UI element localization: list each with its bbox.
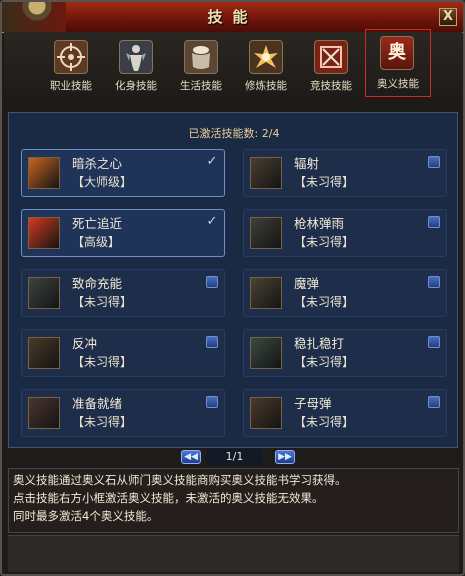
tab-label: 奥义技能: [377, 78, 419, 90]
next-page-button[interactable]: ▶▶: [275, 450, 295, 464]
skill-name: 辐射: [294, 156, 320, 171]
pot-icon: [184, 40, 218, 74]
skill-icon: [28, 277, 60, 309]
skill-icon: [250, 337, 282, 369]
skill-icon: [250, 277, 282, 309]
activated-count: 已激活技能数: 2/4: [9, 125, 459, 141]
tab-life-skills[interactable]: 生活技能: [172, 36, 230, 100]
ao-glyph-icon: 奥: [380, 36, 414, 70]
checkmark-icon[interactable]: ✓: [206, 215, 218, 228]
description-line: 点击技能右方小框激活奥义技能，未激活的奥义技能无效果。: [13, 491, 324, 505]
pagination: ◀◀ 1/1 ▶▶: [2, 448, 465, 468]
skill-grade: 【未习得】: [72, 355, 133, 369]
checkmark-icon[interactable]: ✓: [206, 155, 218, 168]
skill-name: 反冲: [72, 336, 98, 351]
skill-slot[interactable]: 辐射 【未习得】: [243, 149, 447, 197]
skill-name: 稳扎稳打: [294, 336, 345, 351]
tab-avatar-skills[interactable]: 化身技能: [107, 36, 165, 100]
skill-name: 枪林弹雨: [294, 216, 345, 231]
skill-name: 致命充能: [72, 276, 123, 291]
description-line: 奥义技能通过奥义石从师门奥义技能商购买奥义技能书学习获得。: [13, 473, 347, 487]
tab-label: 职业技能: [50, 80, 92, 92]
activate-checkbox[interactable]: [206, 396, 218, 408]
description-line: 同时最多激活4个奥义技能。: [13, 509, 159, 523]
bottom-strip: [8, 535, 459, 572]
skill-icon: [28, 217, 60, 249]
skill-name: 子母弹: [294, 396, 332, 411]
activate-checkbox[interactable]: [206, 336, 218, 348]
tab-label: 生活技能: [180, 80, 222, 92]
skill-slot[interactable]: 死亡追近【高级】 ✓: [21, 209, 225, 257]
activate-checkbox[interactable]: [428, 276, 440, 288]
skill-icon: [250, 217, 282, 249]
skill-icon: [28, 397, 60, 429]
skill-icon: [250, 157, 282, 189]
skill-icon: [28, 157, 60, 189]
skill-slot[interactable]: 子母弹 【未习得】: [243, 389, 447, 437]
skill-category-tabs: 职业技能 化身技能 生活技能 修炼技能 竞技技能 奥 奥义技能: [4, 29, 462, 106]
skill-slot[interactable]: 暗杀之心【大师级】 ✓: [21, 149, 225, 197]
activate-checkbox[interactable]: [428, 336, 440, 348]
burst-icon: [249, 40, 283, 74]
tab-label: 修炼技能: [245, 80, 287, 92]
tab-ultimate-skills[interactable]: 奥 奥义技能: [365, 29, 431, 97]
tab-cultivation-skills[interactable]: 修炼技能: [237, 36, 295, 100]
skill-grade: 【未习得】: [294, 295, 355, 309]
avatar-figure-icon: [119, 40, 153, 74]
skill-slot[interactable]: 准备就绪 【未习得】: [21, 389, 225, 437]
tab-arena-skills[interactable]: 竞技技能: [302, 36, 360, 100]
skill-grade: 【未习得】: [294, 355, 355, 369]
close-button[interactable]: X: [439, 8, 457, 26]
skill-grade: 【未习得】: [294, 175, 355, 189]
skill-grade: 【大师级】: [72, 175, 133, 189]
skill-name: 死亡追近: [72, 216, 123, 231]
skill-grade: 【未习得】: [294, 415, 355, 429]
crosshair-icon: [54, 40, 88, 74]
activated-value: 2/4: [261, 127, 280, 140]
activated-label: 已激活技能数:: [188, 127, 259, 140]
skill-panel: 已激活技能数: 2/4 暗杀之心 【大师级】 ✓ 辐射 【未习得】 死亡追近 【高级】 ✓ 枪林…: [8, 112, 458, 448]
window-title: 技能: [207, 8, 258, 26]
skills-window: 技能 X 职业技能 化身技能 生活技能 修炼技能 竞技技能 奥 奥义技能 已激活…: [0, 0, 465, 576]
skill-name: 准备就绪: [72, 396, 123, 411]
skill-slot[interactable]: 反冲 【未习得】: [21, 329, 225, 377]
skill-icon: [250, 397, 282, 429]
skill-name: 魔弹: [294, 276, 320, 291]
activate-checkbox[interactable]: [428, 396, 440, 408]
skill-slot[interactable]: 稳扎稳打 【未习得】: [243, 329, 447, 377]
tab-label: 竞技技能: [310, 80, 352, 92]
skill-icon: [28, 337, 60, 369]
page-indicator: 1/1: [207, 449, 262, 465]
description-box: 奥义技能通过奥义石从师门奥义技能商购买奥义技能书学习获得。 点击技能右方小框激活…: [8, 468, 459, 533]
tab-label: 化身技能: [115, 80, 157, 92]
skill-slot[interactable]: 魔弹 【未习得】: [243, 269, 447, 317]
skill-slot[interactable]: 枪林弹雨 【未习得】: [243, 209, 447, 257]
activate-checkbox[interactable]: [428, 156, 440, 168]
activate-checkbox[interactable]: [428, 216, 440, 228]
crossed-swords-icon: [314, 40, 348, 74]
skill-slot[interactable]: 致命充能 【未习得】: [21, 269, 225, 317]
prev-page-button[interactable]: ◀◀: [181, 450, 201, 464]
skill-grade: 【高级】: [72, 235, 121, 249]
activate-checkbox[interactable]: [206, 276, 218, 288]
tab-class-skills[interactable]: 职业技能: [42, 36, 100, 100]
skill-name: 暗杀之心: [72, 156, 123, 171]
skill-grade: 【未习得】: [294, 235, 355, 249]
skill-grade: 【未习得】: [72, 295, 133, 309]
skill-grade: 【未习得】: [72, 415, 133, 429]
